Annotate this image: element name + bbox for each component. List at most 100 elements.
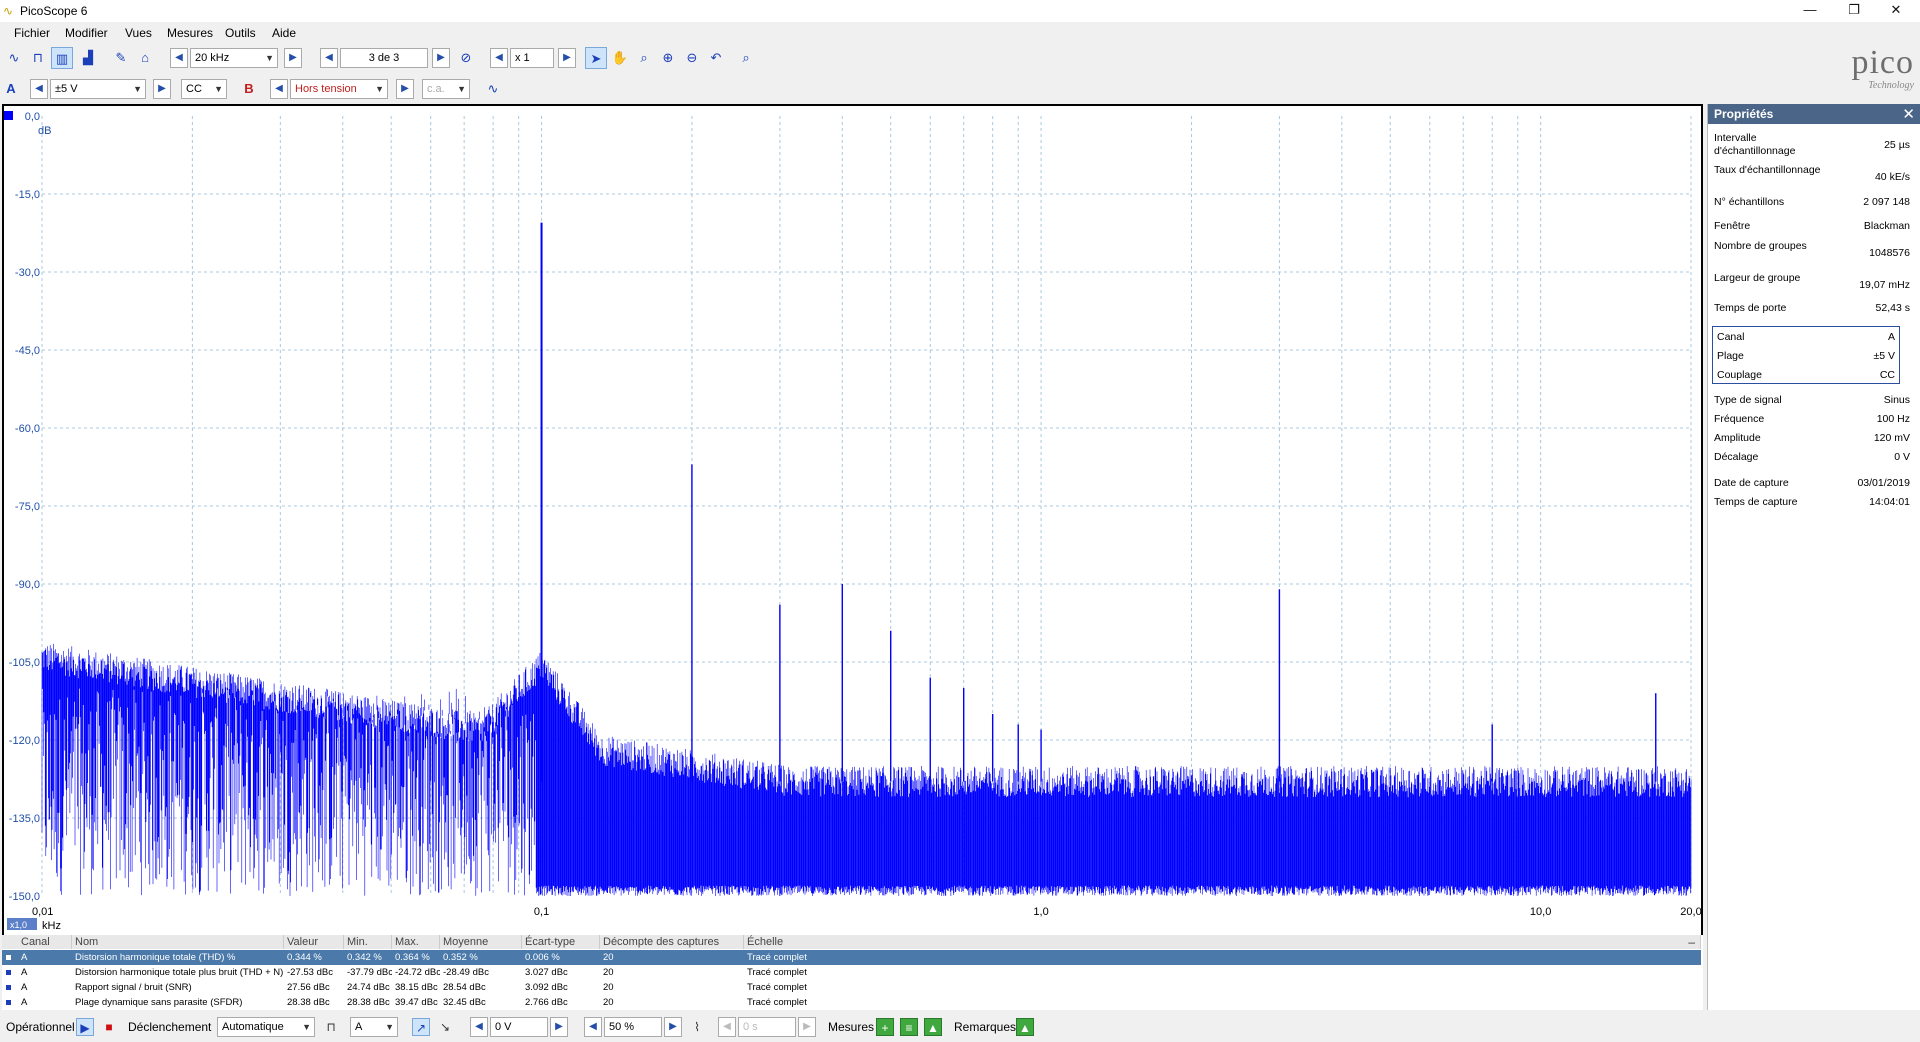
col-header-min[interactable]: Min. (344, 935, 392, 949)
spectrum-plot[interactable]: 0,0 -15,0 -30,0 -45,0 -60,0 -75,0 -90,0 -105,0 -… (4, 106, 1701, 936)
trigger-delay-icon[interactable]: ⌇ (688, 1018, 706, 1036)
menu-vues[interactable]: Vues (125, 26, 152, 40)
channel-a-options-button[interactable]: A (2, 79, 20, 99)
zoom-region-icon[interactable]: ⌕ (633, 47, 655, 69)
title-bar: ∿ PicoScope 6 — ❐ ✕ (0, 0, 1920, 22)
hand-tool-icon[interactable]: ✋ (609, 47, 631, 69)
notes-icon[interactable]: ▲ (1016, 1018, 1034, 1036)
persistence-mode-icon[interactable]: ⊓ (27, 47, 49, 69)
col-header-nom[interactable]: Nom (72, 935, 284, 949)
x-tick-label: 20,0 (1680, 906, 1701, 918)
col-header-moyenne[interactable]: Moyenne (440, 935, 522, 949)
col-header-max[interactable]: Max. (392, 935, 440, 949)
remove-measure-icon[interactable]: ▲ (924, 1018, 942, 1036)
scope-mode-icon[interactable]: ∿ (3, 47, 25, 69)
zoom-prev-button[interactable]: ◀ (490, 48, 508, 68)
measurement-cell: 20 (603, 952, 614, 963)
rising-edge-icon[interactable]: ↗ (412, 1018, 430, 1036)
pretrigger-prev-button[interactable]: ◀ (584, 1017, 602, 1037)
trigger-level-field[interactable]: 0 V (490, 1017, 548, 1037)
undo-zoom-icon[interactable]: ↶ (705, 47, 727, 69)
stop-icon[interactable]: ■ (100, 1018, 118, 1036)
menu-aide[interactable]: Aide (272, 26, 296, 40)
measurement-cell: A (21, 967, 28, 978)
menu-modifier[interactable]: Modifier (65, 26, 108, 40)
zoom-field[interactable]: x 1 (510, 48, 554, 68)
range-b-next-button[interactable]: ▶ (396, 79, 414, 99)
spectrum-view-icon[interactable]: ▟ (77, 47, 99, 69)
minimize-button[interactable]: — (1792, 2, 1828, 20)
delay-next-button[interactable]: ▶ (798, 1017, 816, 1037)
col-header-valeur[interactable]: Valeur (284, 935, 344, 949)
col-header-canal[interactable]: Canal (2, 935, 72, 949)
delay-prev-button[interactable]: ◀ (718, 1017, 736, 1037)
channel-b-range-select[interactable]: Hors tension ▼ (290, 79, 388, 99)
property-value: 40 kE/s (1874, 171, 1910, 183)
delay-field[interactable]: 0 s (738, 1017, 796, 1037)
zoom-overview-icon[interactable]: ⌕ (735, 47, 757, 69)
range-b-prev-button[interactable]: ◀ (270, 79, 288, 99)
range-a-prev-button[interactable]: ◀ (30, 79, 48, 99)
col-header-echelle[interactable]: Échelle (744, 935, 1701, 949)
zoom-next-button[interactable]: ▶ (558, 48, 576, 68)
home-icon[interactable]: ⌂ (134, 47, 156, 69)
spectrum-mode-icon[interactable]: ▥ (51, 47, 73, 69)
properties-header: Propriétés ✕ (1708, 104, 1920, 124)
measurement-cell: 20 (603, 997, 614, 1008)
trigger-channel-select[interactable]: A ▼ (350, 1017, 398, 1037)
timebase-prev-button[interactable]: ◀ (170, 48, 188, 68)
edit-measure-icon[interactable]: ≡ (900, 1018, 918, 1036)
capture-page-field[interactable]: 3 de 3 (340, 48, 428, 68)
menu-fichier[interactable]: Fichier (14, 26, 50, 40)
spectrum-view[interactable]: 0,0 -15,0 -30,0 -45,0 -60,0 -75,0 -90,0 -105,0 -… (2, 104, 1703, 1010)
channel-a-range-select[interactable]: ±5 V ▼ (50, 79, 146, 99)
properties-panel: Propriétés ✕ Intervalle d'échantillonnag… (1707, 104, 1920, 1010)
measurement-row[interactable]: A Distorsion harmonique totale (THD) % 0.3… (2, 950, 1701, 965)
x-tick-label: 10,0 (1530, 906, 1551, 918)
channel-a-axis-marker (4, 111, 13, 120)
col-header-ecart-type[interactable]: Écart-type (522, 935, 600, 949)
measurement-cell: Tracé complet (747, 952, 807, 963)
probe-icon[interactable]: ✎ (110, 47, 132, 69)
property-value: Sinus (1883, 394, 1910, 406)
measurement-row[interactable]: A Rapport signal / bruit (SNR) 27.56 dBc 24… (2, 980, 1701, 995)
capture-next-button[interactable]: ▶ (432, 48, 450, 68)
pointer-tool-icon[interactable]: ➤ (585, 47, 607, 69)
zoom-in-icon[interactable]: ⊕ (657, 47, 679, 69)
close-button[interactable]: ✕ (1878, 2, 1914, 20)
measurement-cell: 0.352 % (443, 952, 478, 963)
trigger-level-next-button[interactable]: ▶ (550, 1017, 568, 1037)
measurement-row[interactable]: A Plage dynamique sans parasite (SFDR) 28.… (2, 995, 1701, 1010)
trigger-mode-select[interactable]: Automatique ▼ (217, 1017, 315, 1037)
y-tick-label: 0,0 (25, 111, 40, 123)
measurement-row[interactable]: A Distorsion harmonique totale plus bruit… (2, 965, 1701, 980)
row-channel-marker (6, 1000, 11, 1005)
maximize-button[interactable]: ❐ (1836, 2, 1872, 20)
close-icon[interactable]: ✕ (1902, 105, 1915, 123)
timebase-select[interactable]: 20 kHz ▼ (190, 48, 278, 68)
capture-history-icon[interactable]: ⊘ (455, 47, 477, 69)
measurement-cell: 0.342 % (347, 952, 382, 963)
add-measure-icon[interactable]: + (876, 1018, 894, 1036)
menu-outils[interactable]: Outils (225, 26, 256, 40)
property-value: 14:04:01 (1869, 496, 1910, 508)
pretrigger-field[interactable]: 50 % (604, 1017, 662, 1037)
range-a-next-button[interactable]: ▶ (153, 79, 171, 99)
capture-prev-button[interactable]: ◀ (320, 48, 338, 68)
measurement-cell: 3.092 dBc (525, 982, 568, 993)
zoom-out-icon[interactable]: ⊖ (681, 47, 703, 69)
collapse-icon[interactable]: – (1688, 935, 1695, 949)
falling-edge-icon[interactable]: ↘ (436, 1018, 454, 1036)
pretrigger-next-button[interactable]: ▶ (664, 1017, 682, 1037)
signal-generator-icon[interactable]: ∿ (482, 78, 504, 100)
menu-mesures[interactable]: Mesures (167, 26, 213, 40)
timebase-next-button[interactable]: ▶ (284, 48, 302, 68)
advanced-trigger-icon[interactable]: ⊓ (322, 1018, 340, 1036)
channel-b-coupling-select[interactable]: c.a. ▼ (422, 79, 470, 99)
measurement-cell: A (21, 952, 28, 963)
col-header-decompte[interactable]: Décompte des captures (600, 935, 744, 949)
channel-a-coupling-select[interactable]: CC ▼ (181, 79, 227, 99)
play-icon[interactable]: ▶ (76, 1018, 94, 1036)
channel-b-options-button[interactable]: B (240, 79, 258, 99)
trigger-level-prev-button[interactable]: ◀ (470, 1017, 488, 1037)
